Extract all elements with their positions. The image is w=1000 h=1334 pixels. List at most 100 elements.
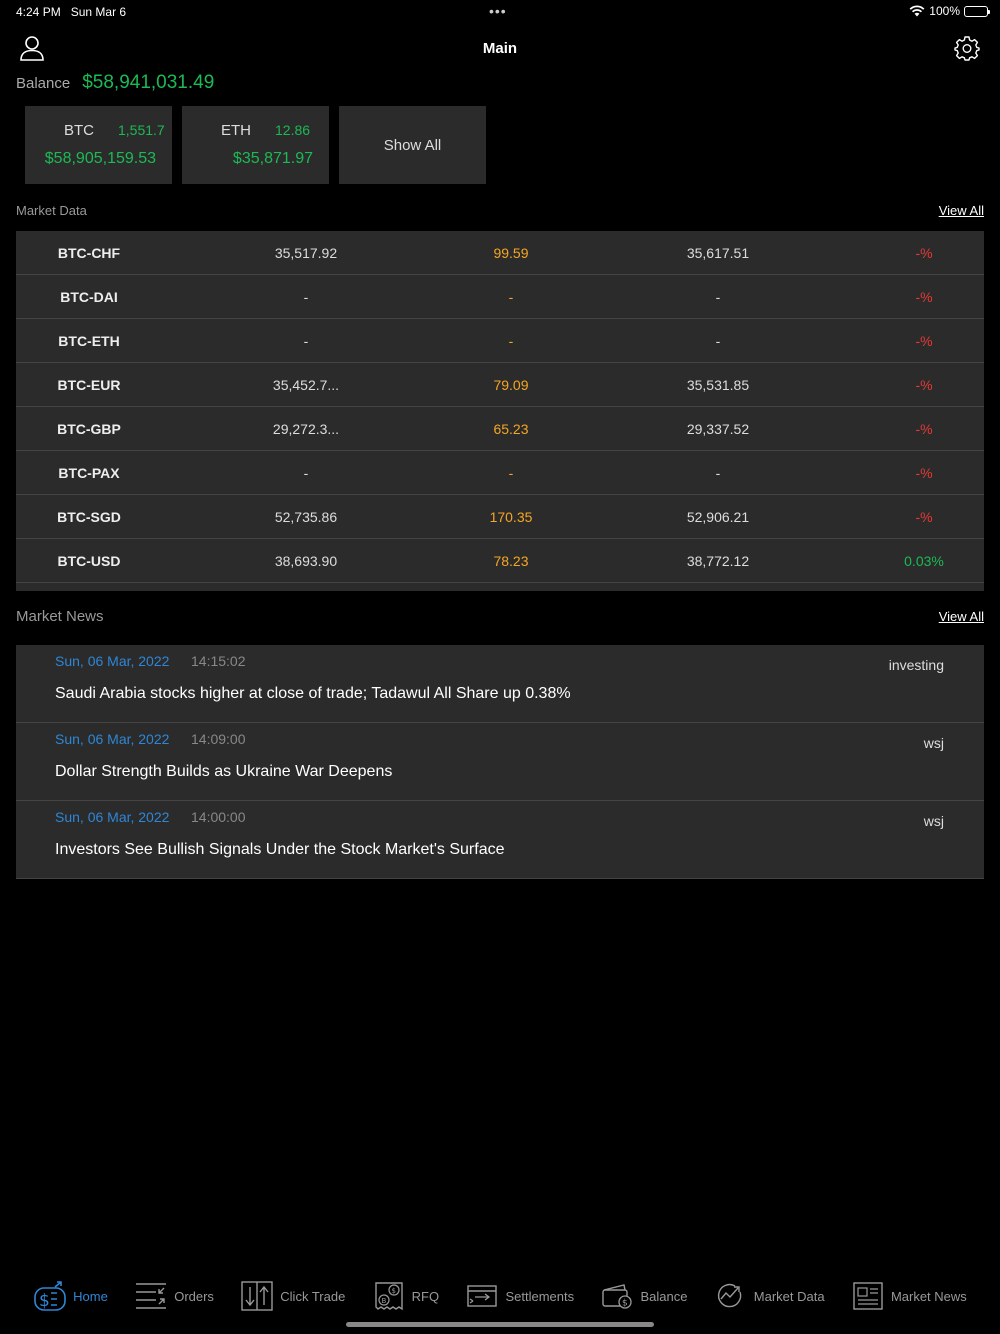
tab-label: Settlements [505,1288,575,1304]
multitask-dots-icon[interactable]: ••• [489,3,507,19]
home-indicator[interactable] [346,1322,654,1327]
ask-cell: 38,772.12 [686,552,750,569]
market-data-table: BTC-CHF 35,517.92 99.59 35,617.51 -% BTC… [16,231,984,591]
header: Main [0,28,1000,72]
tab-label: Balance [640,1288,688,1304]
status-time: 4:24 PM Sun Mar 6 [16,5,126,19]
news-item[interactable]: Sun, 06 Mar, 2022 14:15:02 investing Sau… [16,645,984,723]
table-row[interactable]: BTC-DAI - - - -% [16,275,984,319]
asset-value: $35,871.97 [232,150,313,167]
status-date: Sun Mar 6 [70,5,127,19]
bid-cell: - [303,464,309,481]
svg-text:$: $ [622,1299,628,1309]
wifi-icon [909,5,925,17]
ask-cell: 35,531.85 [686,376,750,393]
asset-value: $58,905,159.53 [44,150,156,167]
news-headline: Saudi Arabia stocks higher at close of t… [55,685,571,702]
click-trade-icon [241,1281,273,1311]
market-news-icon [853,1282,883,1310]
spread-cell: - [508,464,514,481]
table-row[interactable]: BTC-USD 38,693.90 78.23 38,772.12 0.03% [16,539,984,583]
tab-label: Market News [890,1288,967,1304]
balance-value: $58,941,031.49 [82,72,215,93]
balance-label: Balance [16,75,71,92]
news-date: Sun, 06 Mar, 2022 [55,731,170,747]
page-title: Main [482,40,518,57]
market-data-title: Market Data [16,203,87,218]
news-time: 14:00:00 [191,809,246,825]
news-time: 14:09:00 [191,731,246,747]
market-data-header: Market Data View All [16,203,984,218]
tab-orders[interactable]: Orders [134,1280,214,1312]
tab-home[interactable]: $ Home [33,1280,108,1312]
asset-quantity: 12.86 [275,122,311,138]
asset-cards: BTC 1,551.7 $58,905,159.53 ETH 12.86 $35… [25,106,486,184]
spread-cell: 65.23 [493,420,529,437]
pair-cell: BTC-PAX [58,464,120,481]
table-row[interactable]: BTC-SGD 52,735.86 170.35 52,906.21 -% [16,495,984,539]
news-item[interactable]: Sun, 06 Mar, 2022 14:00:00 wsj Investors… [16,801,984,879]
ask-cell: 52,906.21 [686,508,750,525]
market-news-view-all-link[interactable]: View All [939,609,984,624]
tab-label: Orders [174,1288,214,1304]
ask-cell: - [715,288,721,305]
asset-card-eth[interactable]: ETH 12.86 $35,871.97 [182,106,329,184]
news-headline: Investors See Bullish Signals Under the … [55,841,505,858]
show-all-button[interactable]: Show All [339,106,486,184]
ask-cell: - [715,332,721,349]
bottom-tab-bar: $ Home Orders Click Trade $ B RFQ Settle… [0,1270,1000,1322]
pair-cell: BTC-ETH [58,332,120,349]
table-row[interactable]: BTC-GBP 29,272.3... 65.23 29,337.52 -% [16,407,984,451]
tab-click-trade[interactable]: Click Trade [240,1280,345,1312]
tab-settlements[interactable]: Settlements [465,1280,574,1312]
tab-balance[interactable]: $ Balance [600,1280,687,1312]
table-row[interactable]: BTC-PAX - - - -% [16,451,984,495]
rfq-icon: $ B [374,1282,403,1311]
tab-market-data[interactable]: Market Data [714,1280,825,1312]
asset-card-btc[interactable]: BTC 1,551.7 $58,905,159.53 [25,106,172,184]
bid-cell: 38,693.90 [274,552,338,569]
spread-cell: - [508,288,514,305]
bid-cell: 52,735.86 [274,508,338,525]
change-cell: -% [915,376,933,393]
spread-cell: - [508,332,514,349]
table-row[interactable]: BTC-ETH - - - -% [16,319,984,363]
news-time: 14:15:02 [191,653,246,669]
ask-cell: 29,337.52 [686,420,750,437]
market-data-view-all-link[interactable]: View All [939,203,984,218]
table-row[interactable]: BTC-EUR 35,452.7... 79.09 35,531.85 -% [16,363,984,407]
battery-percent: 100% [929,4,960,18]
market-news-header: Market News View All [16,608,984,625]
tab-rfq[interactable]: $ B RFQ [372,1280,439,1312]
bid-cell: - [303,332,309,349]
settings-gear-icon[interactable] [954,35,980,61]
pair-cell: BTC-SGD [57,508,121,525]
change-cell: -% [915,332,933,349]
news-date: Sun, 06 Mar, 2022 [55,653,170,669]
svg-text:$: $ [391,1287,395,1295]
market-news-title: Market News [16,608,104,625]
status-bar: 4:24 PM Sun Mar 6 ••• 100% [0,0,1000,24]
asset-symbol: BTC [64,122,94,139]
change-cell: -% [915,464,933,481]
bid-cell: 35,452.7... [272,376,340,393]
tab-market-news[interactable]: Market News [851,1280,967,1312]
settlements-icon [467,1285,498,1307]
news-list: Sun, 06 Mar, 2022 14:15:02 investing Sau… [16,645,984,879]
balance-wallet-icon: $ [602,1284,633,1309]
news-source: wsj [923,735,944,751]
change-cell: -% [915,420,933,437]
home-dollar-icon: $ [34,1281,66,1311]
change-cell: 0.03% [904,552,944,569]
change-cell: -% [915,244,933,261]
balance-summary: Balance $58,941,031.49 [16,72,214,100]
pair-cell: BTC-GBP [57,420,121,437]
news-source: wsj [923,813,944,829]
bid-cell: 35,517.92 [274,244,338,261]
table-row[interactable]: BTC-CHF 35,517.92 99.59 35,617.51 -% [16,231,984,275]
news-item[interactable]: Sun, 06 Mar, 2022 14:09:00 wsj Dollar St… [16,723,984,801]
status-right: 100% [909,4,990,18]
asset-quantity: 1,551.7 [118,122,165,138]
news-date: Sun, 06 Mar, 2022 [55,809,170,825]
bid-cell: - [303,288,309,305]
